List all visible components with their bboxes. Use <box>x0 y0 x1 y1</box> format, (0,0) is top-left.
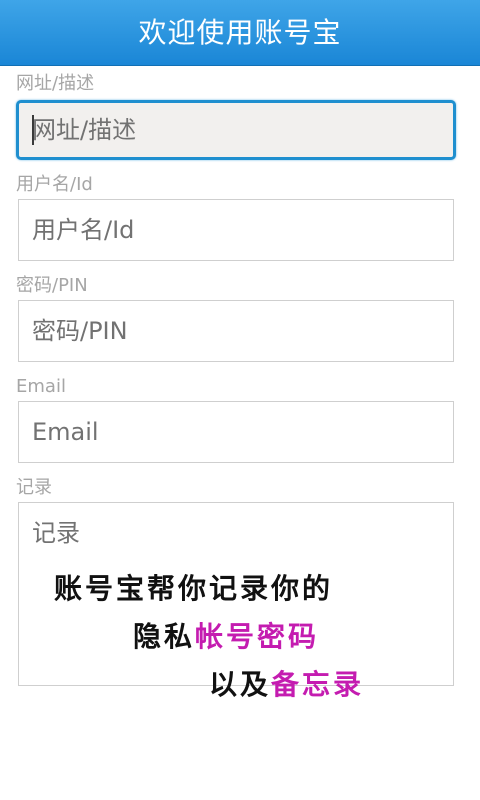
promo-line-3: 以及备忘录 <box>209 668 364 702</box>
promo-line-2-prefix: 隐私 <box>133 620 196 653</box>
password-label: 密码/PIN <box>16 275 88 296</box>
promo-line-1: 账号宝帮你记录你的 <box>54 572 334 605</box>
username-label: 用户名/Id <box>16 174 93 195</box>
url-placeholder: 网址/描述 <box>32 116 137 144</box>
password-placeholder: 密码/PIN <box>32 317 128 345</box>
password-input[interactable]: 密码/PIN <box>18 300 454 362</box>
email-input[interactable]: Email <box>18 401 454 463</box>
promo-line-2-highlight: 帐号密码 <box>195 620 320 653</box>
title-bar: 欢迎使用账号宝 <box>0 0 480 66</box>
memo-placeholder: 记录 <box>32 519 80 547</box>
email-label: Email <box>16 376 66 397</box>
promo-line-3-highlight: 备忘录 <box>271 668 365 701</box>
app-screen: 欢迎使用账号宝 网址/描述 网址/描述 用户名/Id 用户名/Id 密码/PIN… <box>0 0 480 800</box>
url-input[interactable]: 网址/描述 <box>16 100 456 160</box>
promo-line-2: 隐私帐号密码 <box>133 620 319 654</box>
email-placeholder: Email <box>32 418 99 446</box>
app-title: 欢迎使用账号宝 <box>138 16 342 49</box>
promo-line-3-prefix: 以及 <box>209 668 272 701</box>
username-input[interactable]: 用户名/Id <box>18 199 454 261</box>
username-placeholder: 用户名/Id <box>32 216 135 244</box>
memo-label: 记录 <box>16 477 52 498</box>
url-label: 网址/描述 <box>16 73 95 94</box>
